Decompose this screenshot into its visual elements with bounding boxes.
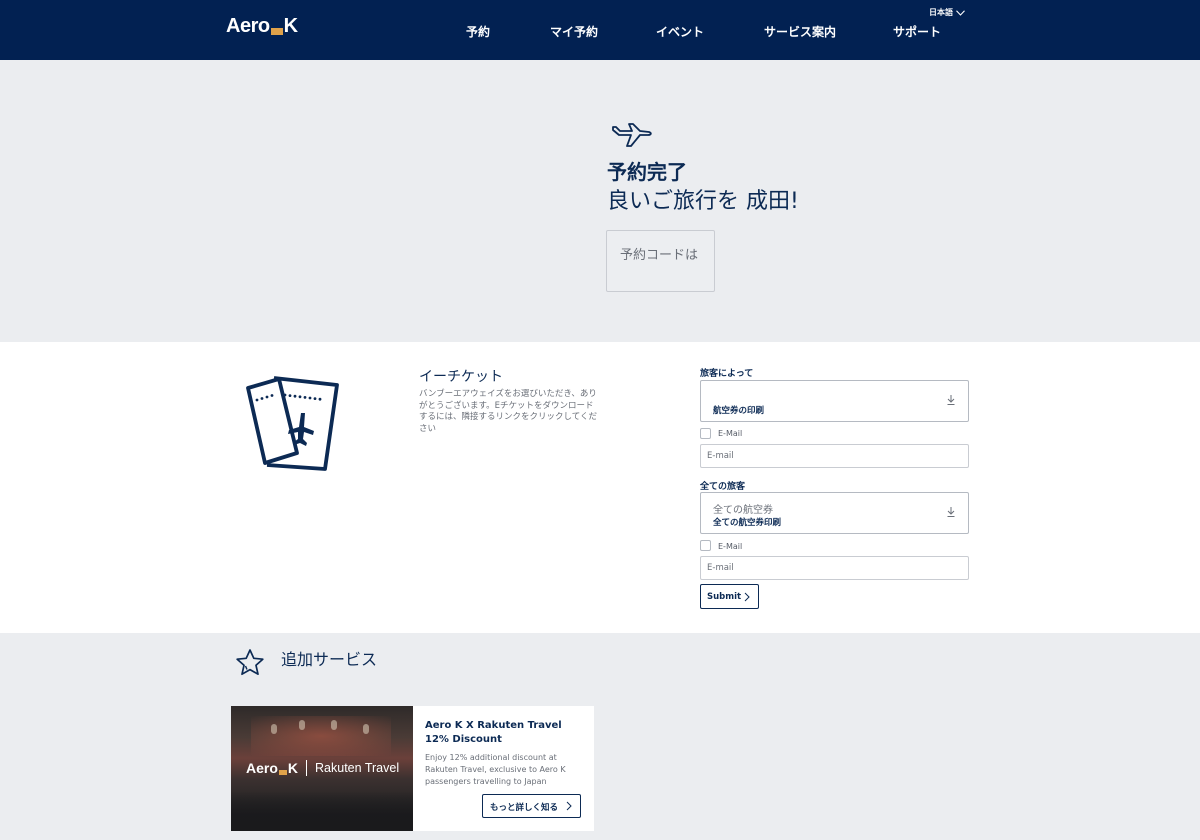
learn-more-button[interactable]: もっと詳しく知る [482,794,581,818]
print-ticket-caption: 航空券の印刷 [713,406,765,416]
chevron-right-icon [566,801,572,811]
promo-image: Aero K Rakuten Travel [231,706,413,831]
email-checkbox[interactable] [700,428,711,439]
booking-complete-title: 予約完了 [607,160,687,184]
nav-service-info[interactable]: サービス案内 [764,23,836,40]
all-email-checkbox[interactable] [700,540,711,551]
promo-image-brand: Aero K Rakuten Travel [246,760,399,776]
language-label: 日本語 [929,8,953,17]
all-tickets-select-value: 全ての航空券 [713,505,773,516]
all-email-input[interactable] [700,556,969,580]
chevron-down-icon [956,9,965,16]
nav-my-booking[interactable]: マイ予約 [550,23,598,40]
all-email-checkbox-label: E-Mail [718,542,743,551]
promo-title: Aero K X Rakuten Travel 12% Discount [425,720,562,745]
logo-text-right: K [283,14,298,37]
print-all-tickets-caption: 全ての航空券印刷 [713,518,782,528]
airplane-icon [612,123,652,147]
passenger-ticket-select[interactable]: 航空券の印刷 [700,380,969,422]
nav-events[interactable]: イベント [656,23,704,40]
promo-brand-right: K [287,760,299,776]
promo-partner: Rakuten Travel [315,761,400,775]
star-icon [236,649,264,676]
eticket-section [0,342,1200,633]
logo-bar [270,27,283,35]
promo-description: Enjoy 12% additional discount at Rakuten… [425,753,566,786]
additional-services-section [0,633,1200,840]
language-selector[interactable]: 日本語 [929,7,965,18]
chevron-right-icon [744,592,750,602]
all-passengers-label: 全ての旅客 [700,482,746,492]
additional-services-title: 追加サービス [281,650,378,669]
booking-code-box: 予約コードは [606,230,715,292]
trip-greeting: 良いご旅行を 成田! [607,189,799,214]
submit-label: Submit [707,591,742,602]
eticket-description: バンブーエアウェイズをお選びいただき、ありがとうございます。Eチケットをダウンロ… [419,389,597,434]
promo-brand-left: Aero [246,760,278,776]
confirmation-section [0,60,1200,342]
eticket-title: イーチケット [419,369,503,385]
nav-booking[interactable]: 予約 [466,23,490,40]
download-icon [947,507,955,517]
email-input[interactable] [700,444,969,468]
submit-button[interactable]: Submit [700,584,759,609]
by-passenger-label: 旅客によって [700,369,754,379]
all-tickets-select[interactable]: 全ての航空券 全ての航空券印刷 [700,492,969,534]
logo-text-left: Aero [226,14,270,37]
download-icon [947,395,955,405]
nav-support[interactable]: サポート [893,23,941,40]
aero-k-logo[interactable]: Aero K [226,14,298,38]
learn-more-label: もっと詳しく知る [490,803,559,813]
tickets-icon [246,376,339,471]
booking-code-label: 予約コードは [620,248,699,263]
top-header: Aero K 予約 マイ予約 イベント サービス案内 サポート 日本語 [0,0,1200,60]
email-checkbox-label: E-Mail [718,429,743,438]
